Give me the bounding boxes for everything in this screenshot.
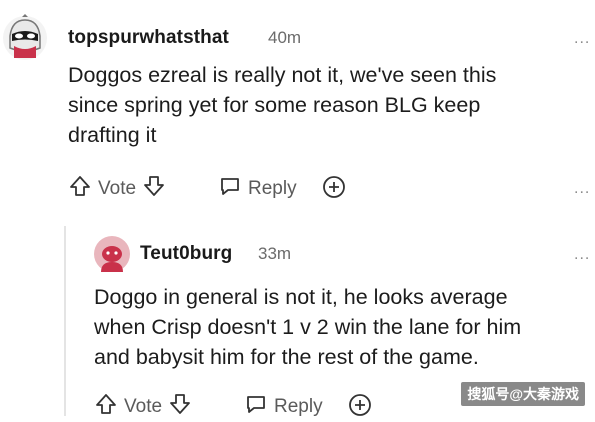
reply-icon [244, 392, 268, 422]
comment-body: Doggo in general is not it, he looks ave… [94, 282, 584, 372]
comment-time: 33m [258, 244, 292, 263]
comment-line: when Crisp doesn't 1 v 2 win the lane fo… [94, 315, 522, 339]
comment-time: 40m [268, 28, 302, 47]
comment-line: drafting it [68, 123, 157, 147]
award-icon[interactable] [348, 393, 372, 422]
reply-button[interactable]: Reply [244, 392, 323, 422]
comment-line: and babysit him for the rest of the game… [94, 345, 479, 369]
vote-label: Vote [98, 178, 137, 199]
comment-line: Doggo in general is not it, he looks ave… [94, 285, 508, 309]
vote-label: Vote [124, 396, 163, 417]
reply-icon [218, 174, 242, 204]
watermark: 搜狐号@大秦游戏 [461, 382, 585, 406]
upvote-icon[interactable] [94, 392, 118, 422]
award-icon[interactable] [322, 175, 346, 204]
avatar[interactable] [94, 236, 130, 272]
downvote-icon[interactable] [168, 392, 192, 422]
reply-button[interactable]: Reply [218, 174, 297, 204]
comment-line: Doggos ezreal is really not it, we've se… [68, 63, 497, 87]
avatar[interactable] [2, 14, 48, 62]
comment-username[interactable]: topspurwhatsthat [68, 27, 229, 49]
downvote-icon[interactable] [142, 174, 166, 204]
more-options-icon[interactable]: ... [574, 180, 590, 198]
reply-label: Reply [248, 178, 297, 199]
reply-label: Reply [274, 396, 323, 417]
comment-username[interactable]: Teut0burg [140, 243, 232, 265]
vote-control: Vote [94, 392, 192, 422]
comment-body: Doggos ezreal is really not it, we've se… [68, 60, 578, 150]
more-options-icon[interactable]: ... [574, 246, 590, 264]
comment-line: since spring yet for some reason BLG kee… [68, 93, 481, 117]
vote-control: Vote [68, 174, 166, 204]
upvote-icon[interactable] [68, 174, 92, 204]
thread-line [64, 226, 66, 416]
more-options-icon[interactable]: ... [574, 30, 590, 48]
